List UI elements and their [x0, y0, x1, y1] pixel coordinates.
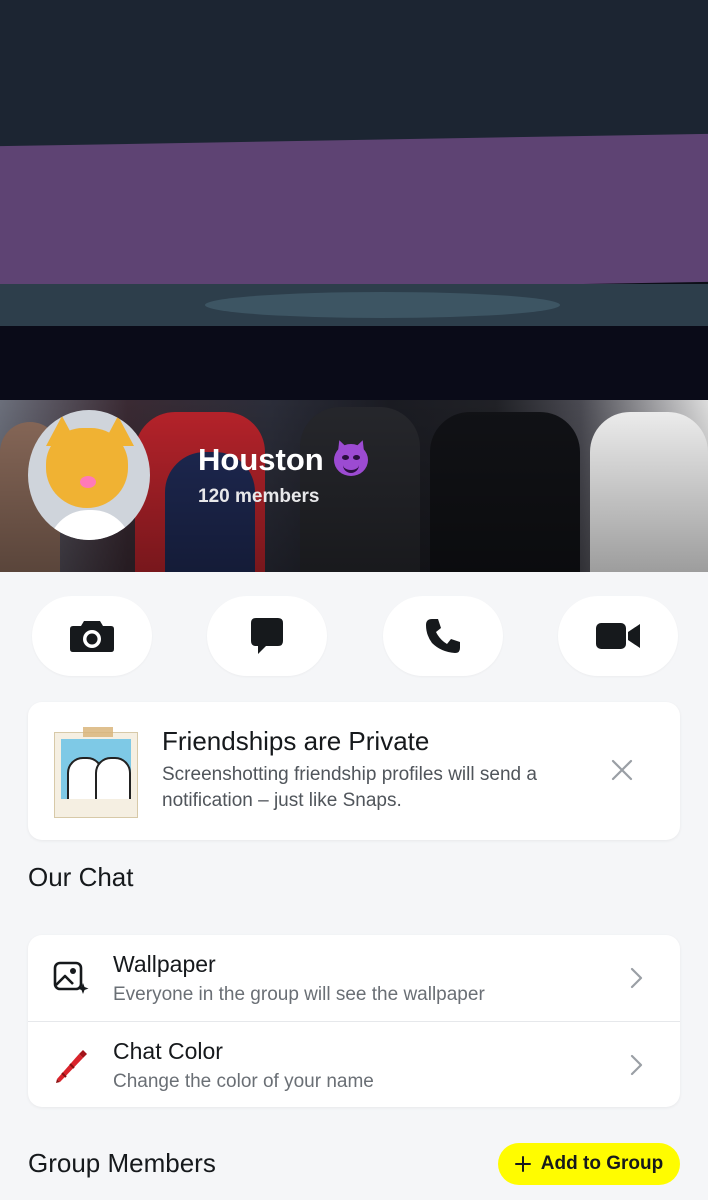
wallpaper-row[interactable]: Wallpaper Everyone in the group will see…: [28, 935, 680, 1021]
notice-text: Screenshotting friendship profiles will …: [162, 764, 537, 811]
chat-bubble-icon: [251, 618, 284, 654]
banner-band-highlight: [205, 292, 560, 318]
chat-button[interactable]: [207, 596, 328, 676]
privacy-notice-card: Friendships are Private Screenshotting f…: [28, 702, 680, 840]
friendship-polaroid-icon: [54, 727, 138, 818]
avatar-body: [48, 510, 132, 540]
emoji-eye: [341, 455, 349, 460]
camera-icon: [70, 621, 114, 652]
chevron-right-icon: [630, 967, 643, 989]
action-bar: [32, 596, 678, 676]
chat-settings-card: Wallpaper Everyone in the group will see…: [28, 935, 680, 1107]
group-title: Houston: [198, 442, 368, 478]
wallpaper-title: Wallpaper: [113, 951, 216, 977]
tape: [83, 727, 113, 737]
wallpaper-icon: [53, 961, 89, 994]
chat-color-row[interactable]: Chat Color Change the color of your name: [28, 1021, 680, 1108]
chat-color-title: Chat Color: [113, 1038, 223, 1064]
group-banner: Houston 120 members: [0, 0, 708, 572]
polaroid-photo: [61, 739, 131, 799]
add-to-group-label: Add to Group: [540, 1153, 664, 1174]
avatar-cat-face: [46, 428, 128, 508]
chat-color-subtitle: Change the color of your name: [113, 1071, 374, 1092]
our-chat-heading: Our Chat: [28, 862, 134, 892]
phone-icon: [425, 619, 460, 653]
close-icon[interactable]: [610, 758, 634, 782]
plus-icon: [514, 1156, 531, 1172]
crayon-icon: [56, 1050, 87, 1083]
ghost-icon: [95, 757, 131, 799]
notice-title: Friendships are Private: [162, 726, 430, 756]
group-avatar[interactable]: [28, 410, 150, 540]
avatar-nose: [80, 476, 96, 488]
video-camera-icon: [595, 623, 640, 649]
video-call-button[interactable]: [557, 596, 678, 676]
chevron-right-icon: [630, 1054, 643, 1076]
member-count: 120 members: [198, 486, 320, 507]
smiling-devil-emoji-icon: [333, 444, 368, 476]
group-members-heading: Group Members: [28, 1148, 216, 1178]
banner-band-purple: [0, 133, 708, 295]
wallpaper-subtitle: Everyone in the group will see the wallp…: [113, 984, 485, 1005]
group-name: Houston: [198, 442, 324, 477]
add-to-group-button[interactable]: Add to Group: [498, 1143, 680, 1185]
call-button[interactable]: [382, 596, 503, 676]
banner-band-black: [0, 326, 708, 410]
emoji-mouth: [342, 463, 359, 473]
emoji-eye: [352, 455, 360, 460]
camera-button[interactable]: [32, 596, 152, 676]
